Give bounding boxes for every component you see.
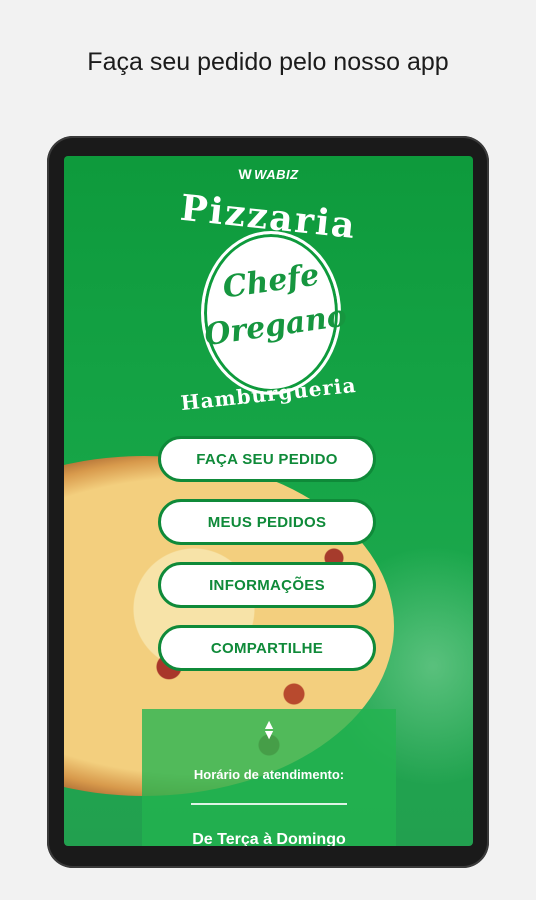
hours-label: Horário de atendimento: xyxy=(193,767,345,782)
app-screen: W WABIZ Pizzaria Chefe Oregano Hamburguer… xyxy=(64,156,473,846)
business-days: De Terça à Domingo xyxy=(192,831,346,846)
up-down-arrows-icon[interactable]: ▲ ▼ xyxy=(142,717,396,741)
restaurant-logo: Chefe Oregano xyxy=(201,231,349,395)
wabiz-brand-name: WABIZ xyxy=(254,167,299,182)
information-button[interactable]: INFORMAÇÕES xyxy=(158,562,376,608)
wabiz-logo-icon: W xyxy=(238,166,253,182)
hours-panel: ▲ ▼ Horário de atendimento: De Terça à Do… xyxy=(142,709,396,846)
headline: Faça seu pedido pelo nosso app xyxy=(87,48,449,76)
logo-line-2: Oregano xyxy=(202,298,349,354)
divider xyxy=(191,803,347,805)
share-button[interactable]: COMPARTILHE xyxy=(158,625,376,671)
tablet-frame: W WABIZ Pizzaria Chefe Oregano Hamburguer… xyxy=(47,136,489,868)
logo-line-1: Chefe xyxy=(220,257,322,306)
wabiz-brand: W WABIZ xyxy=(64,166,473,182)
order-button[interactable]: FAÇA SEU PEDIDO xyxy=(158,436,376,482)
my-orders-button[interactable]: MEUS PEDIDOS xyxy=(158,499,376,545)
